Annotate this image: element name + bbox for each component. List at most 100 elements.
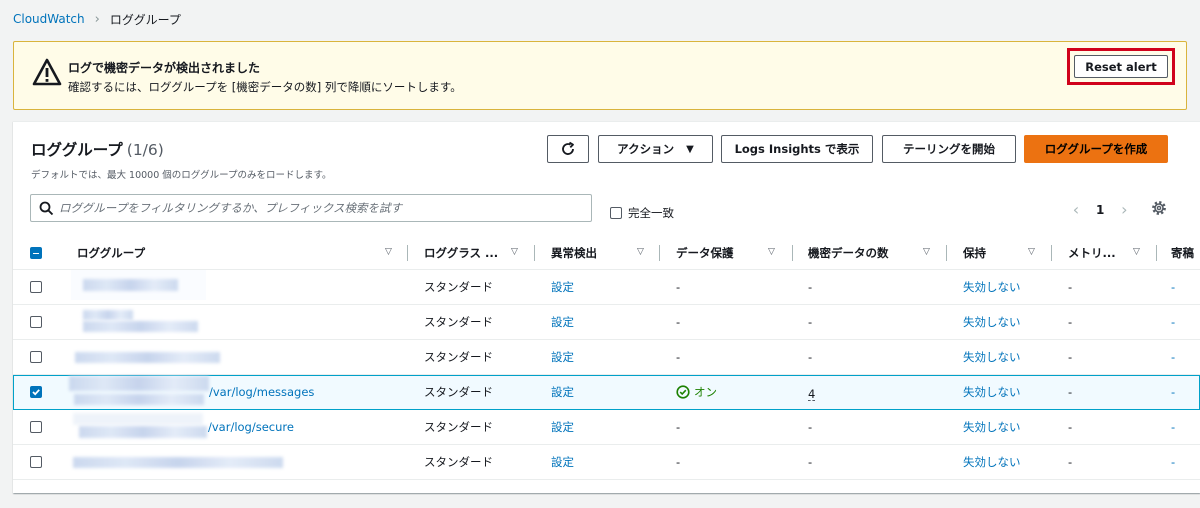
column-label: 機密データの数 [808,246,889,260]
breadcrumb: CloudWatch › ロググループ [13,10,181,28]
select-all-checkbox[interactable] [30,247,42,259]
row-checkbox-cell[interactable] [30,305,42,339]
table-row[interactable]: /var/log/secure スタンダード 設定 - - 失効しない - - [13,410,1200,445]
page-title: ロググループ (1/6) [31,138,164,160]
row-checkbox[interactable] [30,456,42,468]
panel-subtitle: デフォルトでは、最大 10000 個のロググループのみをロードします。 [31,170,332,181]
column-header-metric[interactable]: メトリ... ▽ [1068,236,1157,270]
search-input[interactable] [59,195,579,221]
row-checkbox-cell[interactable] [30,445,42,479]
sort-icon[interactable]: ▽ [1028,247,1035,257]
anomaly-configure-link[interactable]: 設定 [551,305,574,339]
select-all-checkbox-cell[interactable] [30,236,42,270]
actions-label: アクション [617,142,675,156]
retention-link[interactable]: 失効しない [963,375,1021,409]
retention-link[interactable]: 失効しない [963,270,1021,304]
data-protection-on-label: オン [694,385,717,399]
redacted-log-group-name [69,376,209,391]
metric-filter-cell: - [1068,315,1073,329]
row-checkbox-cell[interactable] [30,375,42,409]
retention-link[interactable]: 失効しない [963,305,1021,339]
row-checkbox[interactable] [30,281,42,293]
column-label: ロググループ [77,246,146,260]
search-icon [39,201,54,216]
row-checkbox-cell[interactable] [30,340,42,374]
chevron-left-icon[interactable]: ‹ [1068,200,1084,219]
column-header-retention[interactable]: 保持 ▽ [963,236,1052,270]
contributor-cell[interactable]: - [1171,410,1175,444]
contributor-cell[interactable]: - [1171,375,1175,409]
row-checkbox[interactable] [30,351,42,363]
column-divider [407,245,408,261]
row-checkbox-cell[interactable] [30,410,42,444]
retention-link[interactable]: 失効しない [963,340,1021,374]
sort-icon[interactable]: ▽ [923,247,930,257]
data-protection-cell: - [676,455,681,469]
contributor-cell[interactable]: - [1171,305,1175,339]
anomaly-configure-link[interactable]: 設定 [551,445,574,479]
table-row[interactable]: スタンダード 設定 - - 失効しない - - [13,305,1200,340]
row-checkbox-cell[interactable] [30,270,42,304]
column-header-log-group[interactable]: ロググループ ▽ [77,236,408,270]
table-row[interactable]: スタンダード 設定 - - 失効しない - - [13,270,1200,305]
redacted-log-group-name [73,413,203,425]
page-number[interactable]: 1 [1096,203,1104,217]
exact-match-label: 完全一致 [628,206,674,220]
metric-filter-cell: - [1068,385,1073,399]
data-protection-cell: - [676,315,681,329]
sort-icon[interactable]: ▽ [385,247,392,257]
reset-alert-button[interactable]: Reset alert [1074,55,1168,78]
anomaly-configure-link[interactable]: 設定 [551,270,574,304]
sort-icon[interactable]: ▽ [511,247,518,257]
logs-insights-button[interactable]: Logs Insights で表示 [721,135,873,163]
row-checkbox[interactable] [30,316,42,328]
sensitive-count-cell[interactable]: 4 [808,377,816,411]
sort-icon[interactable]: ▽ [637,247,644,257]
gear-icon[interactable] [1151,200,1167,216]
anomaly-configure-link[interactable]: 設定 [551,375,574,409]
row-checkbox[interactable] [30,421,42,433]
exact-match-checkbox[interactable] [610,207,622,219]
column-label: 異常検出 [551,246,597,260]
sensitive-count-value[interactable]: 4 [808,388,816,401]
refresh-button[interactable] [547,135,589,163]
anomaly-configure-link[interactable]: 設定 [551,340,574,374]
exact-match-option[interactable]: 完全一致 [610,205,674,221]
metric-filter-cell: - [1068,350,1073,364]
column-header-log-class[interactable]: ロググラス ... ▽ [424,236,535,270]
contributor-cell[interactable]: - [1171,270,1175,304]
create-log-group-button[interactable]: ロググループを作成 [1024,135,1168,163]
contributor-cell[interactable]: - [1171,340,1175,374]
sensitive-count-cell: - [808,420,813,434]
anomaly-configure-link[interactable]: 設定 [551,410,574,444]
breadcrumb-cloudwatch-link[interactable]: CloudWatch [13,12,85,26]
table-row[interactable]: スタンダード 設定 - - 失効しない - - [13,445,1200,480]
check-circle-icon [676,385,690,399]
sort-icon[interactable]: ▽ [1133,247,1140,257]
column-header-contrib[interactable]: 寄稿 [1171,236,1200,270]
column-header-sensitive-count[interactable]: 機密データの数 ▽ [808,236,947,270]
column-header-data-protection[interactable]: データ保護 ▽ [676,236,793,270]
log-class-cell: スタンダード [424,280,493,294]
alert-title: ログで機密データが検出されました [68,61,261,75]
sensitive-count-cell: - [808,280,813,294]
metric-filter-cell: - [1068,455,1073,469]
log-group-name-suffix[interactable]: /var/log/messages [209,375,314,409]
chevron-right-icon[interactable]: › [1116,200,1132,219]
selection-count: (1/6) [126,141,164,159]
start-tailing-button[interactable]: テーリングを開始 [882,135,1016,163]
table-row-selected[interactable]: /var/log/messages スタンダード 設定 オン 4 失効しない -… [13,375,1200,410]
table-row[interactable]: スタンダード 設定 - - 失効しない - - [13,340,1200,375]
column-header-anomaly[interactable]: 異常検出 ▽ [551,236,660,270]
redacted-log-group-name [83,310,133,320]
retention-link[interactable]: 失効しない [963,410,1021,444]
retention-link[interactable]: 失効しない [963,445,1021,479]
row-checkbox[interactable] [30,386,42,398]
log-group-name-suffix[interactable]: /var/log/secure [208,410,294,444]
sensitive-count-cell: - [808,350,813,364]
sort-icon[interactable]: ▽ [768,247,775,257]
column-label: メトリ... [1068,246,1116,260]
log-class-cell: スタンダード [424,455,493,469]
actions-dropdown-button[interactable]: アクション ▼ [598,135,713,163]
contributor-cell[interactable]: - [1171,445,1175,479]
